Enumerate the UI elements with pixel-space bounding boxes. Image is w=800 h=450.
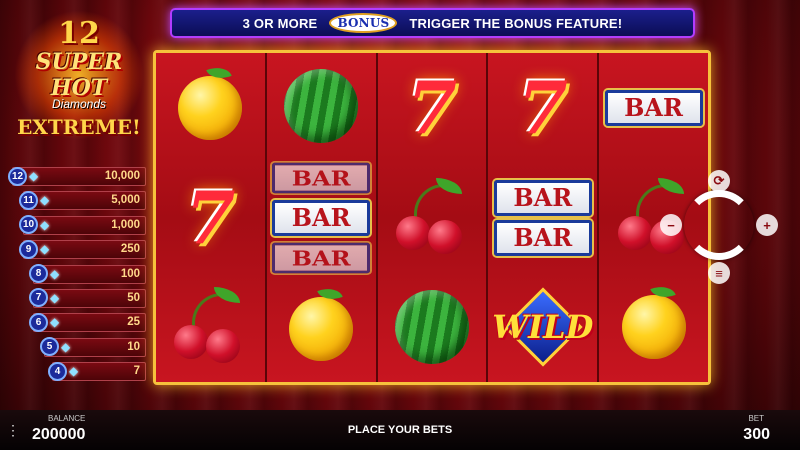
paytable-count: 9 — [19, 239, 38, 259]
balance-label: BALANCE — [48, 414, 86, 423]
reel-cell: 7 — [156, 163, 265, 273]
paytable-amount: 25 — [127, 316, 140, 329]
menu-button[interactable]: ≡ — [708, 262, 730, 284]
reel-cell: 7 — [488, 53, 597, 163]
paytable-row: 11 ◆ 5,000 — [6, 189, 146, 211]
diamond-icon: ◆ — [40, 193, 50, 208]
cherry-symbol-icon — [170, 287, 250, 367]
reel-cell: BAR — [599, 53, 708, 163]
wild-symbol-icon: WILD — [492, 287, 594, 367]
diamond-icon: ◆ — [61, 339, 71, 354]
paytable-amount: 100 — [120, 267, 140, 280]
logo-line-2: Diamonds — [51, 97, 107, 111]
bottom-bar: ⋮ BALANCE 200000 PLACE YOUR BETS BET 300 — [0, 410, 800, 450]
orange-symbol-icon — [178, 75, 243, 140]
reel-cell — [378, 163, 487, 273]
watermelon-symbol-icon — [284, 69, 359, 144]
diamond-icon: ◆ — [40, 217, 50, 232]
bar-stack-icon: BAR BAR BAR — [272, 160, 371, 276]
orange-symbol-icon — [621, 295, 686, 360]
reel-2: BAR BAR BAR — [266, 53, 378, 383]
reel-cell: 7 — [378, 53, 487, 163]
bet-increase-button[interactable]: + — [756, 214, 778, 236]
bonus-badge: BONUS — [329, 13, 398, 33]
diamond-icon: ◆ — [50, 315, 60, 330]
reel-cell — [267, 53, 376, 160]
autoplay-button[interactable]: ⟳ — [708, 170, 730, 192]
paytable-row: 12 ◆ 10,000 — [6, 165, 146, 187]
reel-cell — [599, 272, 708, 382]
reel-cell — [156, 272, 265, 382]
paytable-row: 10 ◆ 1,000 — [6, 214, 146, 236]
paytable-amount: 7 — [133, 365, 140, 378]
reel-cell — [378, 272, 487, 382]
status-message: PLACE YOUR BETS — [347, 424, 453, 436]
diamond-icon: ◆ — [50, 266, 60, 281]
reel-grid: 7 BAR BAR BAR 7 7 BAR BAR WILD BAR — [153, 50, 711, 385]
seven-symbol-icon: 7 — [406, 64, 458, 150]
diamond-icon: ◆ — [29, 169, 39, 183]
diamond-icon: ◆ — [40, 242, 50, 257]
reel-cell — [267, 276, 376, 383]
watermelon-symbol-icon — [394, 290, 469, 365]
bar-symbol-icon: BAR — [493, 219, 592, 256]
paytable-row: 7 ◆ 50 — [6, 287, 146, 309]
wild-text: WILD — [492, 308, 594, 347]
cherry-symbol-icon — [392, 177, 472, 258]
paytable-amount: 10,000 — [104, 170, 140, 182]
orange-symbol-icon — [289, 296, 354, 361]
reel-4: 7 BAR BAR WILD — [488, 53, 600, 382]
paytable-count: 11 — [19, 190, 38, 210]
reel-cell — [156, 53, 265, 163]
paytable-row: 9 ◆ 250 — [6, 238, 146, 260]
diamond-icon: ◆ — [50, 290, 60, 305]
bet-value[interactable]: 300 — [743, 426, 770, 444]
banner-right-text: TRIGGER THE BONUS FEATURE! — [409, 15, 623, 31]
reel-cell: BAR BAR BAR — [267, 160, 376, 276]
paytable-row: 4 ◆ 7 — [6, 360, 146, 382]
paytable-amount: 5,000 — [111, 194, 140, 207]
paytable-count: 6 — [29, 312, 48, 332]
bet-label: BET — [748, 414, 764, 423]
reel-cell: WILD — [488, 272, 597, 382]
logo-number: 12 — [58, 16, 100, 51]
reel-3: 7 — [377, 53, 489, 382]
paytable-amount: 1,000 — [111, 218, 140, 231]
paytable-row: 6 ◆ 25 — [6, 311, 146, 333]
paytable-row: 8 ◆ 100 — [6, 263, 146, 285]
autoplay-ring-icon[interactable] — [684, 190, 754, 260]
spin-control-wheel[interactable]: ⟳ − + ≡ — [660, 170, 778, 284]
bet-decrease-button[interactable]: − — [660, 214, 682, 236]
bar-symbol-icon: BAR — [272, 199, 371, 236]
paytable-amount: 250 — [120, 243, 140, 256]
paytable-amount: 50 — [127, 291, 140, 304]
paytable-count: 4 — [48, 361, 67, 381]
paytable-count: 12 — [8, 166, 27, 186]
seven-symbol-icon: 7 — [185, 174, 236, 260]
bar-stack-icon: BAR BAR — [493, 179, 592, 256]
paytable: 12 ◆ 10,000 11 ◆ 5,000 10 ◆ 1,000 9 ◆ 250 8 ◆ 100 7 ◆ 50 6… — [6, 165, 146, 385]
logo-line-1: SUPER HOT — [35, 49, 123, 101]
banner-left-text: 3 OR MORE — [242, 15, 318, 31]
paytable-row: 5 ◆ 10 — [6, 336, 146, 358]
bar-symbol-icon: BAR — [272, 242, 371, 273]
bar-symbol-icon: BAR — [493, 179, 592, 216]
bar-symbol-icon: BAR — [272, 162, 371, 193]
reel-1: 7 — [156, 53, 267, 382]
paytable-count: 8 — [29, 264, 48, 284]
seven-symbol-icon: 7 — [517, 64, 568, 150]
bar-symbol-icon: BAR — [604, 89, 703, 126]
diamond-icon: ◆ — [69, 364, 79, 379]
paytable-amount: 10 — [127, 340, 140, 353]
reel-cell: BAR BAR — [488, 163, 597, 273]
logo-line-3: EXTREME! — [17, 115, 141, 139]
bonus-banner: 3 OR MORE BONUS TRIGGER THE BONUS FEATUR… — [170, 8, 695, 38]
game-logo: 12 SUPER HOT Diamonds EXTREME! — [4, 10, 154, 140]
